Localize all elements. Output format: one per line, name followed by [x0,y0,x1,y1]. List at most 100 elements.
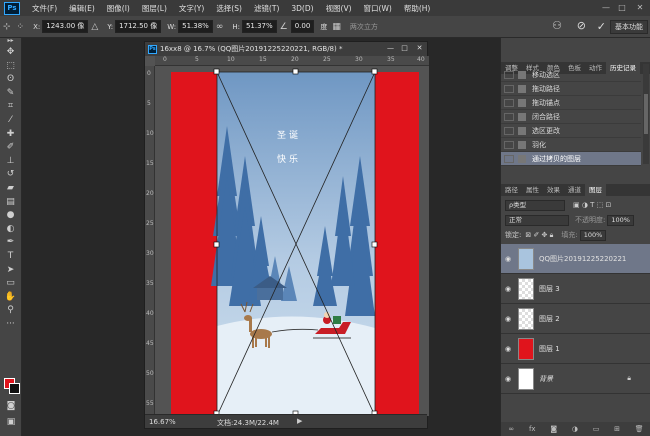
warp-mode-icon[interactable]: ⚇ [552,19,562,32]
tab-effects[interactable]: 效果 [543,184,564,196]
layer-row[interactable]: ◉ 图层 3 [501,274,650,304]
transform-tool-icon[interactable]: ⊹ [3,22,11,32]
shape-tool-icon[interactable]: ▭ [0,277,21,291]
history-item[interactable]: 移动选区 [501,68,641,82]
menu-window[interactable]: 窗口(W) [358,3,398,14]
dodge-tool-icon[interactable]: ◐ [0,223,21,237]
menu-layer[interactable]: 图层(L) [136,3,173,14]
hand-tool-icon[interactable]: ✋ [0,291,21,305]
tab-channels[interactable]: 通道 [564,184,585,196]
type-tool-icon[interactable]: T [0,250,21,264]
lock-icons[interactable]: ⊠ ✐ ✥ 🔒︎ [525,231,553,240]
menu-edit[interactable]: 编辑(E) [63,3,101,14]
folder-icon[interactable]: ▭ [593,425,600,433]
quick-mask-icon[interactable]: ◙ [0,400,22,414]
menu-help[interactable]: 帮助(H) [398,3,437,14]
menu-type[interactable]: 文字(Y) [173,3,210,14]
doc-close-button[interactable]: ✕ [412,43,427,54]
zoom-readout[interactable]: 16.67% [149,418,176,426]
new-layer-icon[interactable]: ⊞ [614,425,620,433]
fx-icon[interactable]: fx [529,425,536,433]
blur-tool-icon[interactable]: ● [0,209,21,223]
history-item-checkbox[interactable] [504,140,514,149]
y-field[interactable]: 1712.50 像 [115,20,162,33]
h-field[interactable]: 51.37% [241,20,277,33]
eyedropper-tool-icon[interactable]: ⁄ [0,114,21,128]
history-item[interactable]: 羽化 [501,138,641,152]
cancel-transform-button[interactable]: ⊘ [577,19,586,32]
layer-name[interactable]: 图层 2 [539,314,560,324]
history-item-checkbox[interactable] [504,154,514,163]
history-item[interactable]: 闭合路径 [501,110,641,124]
adjustment-icon[interactable]: ◑ [572,425,578,433]
document-tab[interactable]: Ps 16xx8 @ 16.7% (QQ图片20191225220221, RG… [145,42,427,56]
warp-icon[interactable]: ▦ [332,22,341,32]
visibility-eye-icon[interactable]: ◉ [501,255,515,263]
history-item[interactable]: 选区更改 [501,124,641,138]
ruler-horizontal[interactable]: 0 5 10 15 20 25 30 35 40 [155,56,429,66]
background-color-swatch[interactable] [9,383,20,394]
layer-kind-filter[interactable]: ρ类型 [505,199,565,211]
history-item-checkbox[interactable] [504,98,514,107]
workspace-switcher[interactable]: 基本功能 [610,20,648,34]
quick-select-tool-icon[interactable]: ✎ [0,87,21,101]
brush-tool-icon[interactable]: ✐ [0,141,21,155]
angle-field[interactable]: 0.00 [290,20,315,33]
layer-row[interactable]: ◉ 背景 🔒︎ [501,364,650,394]
maximize-button[interactable]: □ [616,2,628,13]
layer-name[interactable]: QQ图片20191225220221 [539,254,626,264]
ruler-vertical[interactable]: 0 5 10 15 20 25 30 35 40 45 50 55 [145,66,155,416]
menu-file[interactable]: 文件(F) [26,3,63,14]
marquee-tool-icon[interactable]: ⬚ [0,60,21,74]
menu-view[interactable]: 视图(V) [320,3,358,14]
commit-transform-button[interactable]: ✓ [597,20,606,33]
reference-point-icon[interactable]: ⁘ [17,22,25,32]
gradient-tool-icon[interactable]: ▤ [0,196,21,210]
layer-row[interactable]: ◉ 图层 1 [501,334,650,364]
history-item[interactable]: 拖动路径 [501,82,641,96]
link-icon[interactable]: ∞ [508,425,514,433]
more-tools-icon[interactable]: ··· [0,318,21,332]
history-item-checkbox[interactable] [504,70,514,79]
history-scrollbar[interactable] [643,64,649,164]
layer-name[interactable]: 图层 3 [539,284,560,294]
doc-minimize-button[interactable]: — [383,43,398,54]
canvas-artwork[interactable]: 圣 诞 快 乐 [155,66,429,416]
visibility-eye-icon[interactable]: ◉ [501,315,515,323]
w-field[interactable]: 51.38% [178,20,213,33]
fill-field[interactable]: 100% [579,229,607,241]
crop-tool-icon[interactable]: ⌗ [0,100,21,114]
pen-tool-icon[interactable]: ✒ [0,236,21,250]
minimize-button[interactable]: — [600,2,612,13]
link-ratio-icon[interactable]: ∞ [216,22,224,32]
visibility-eye-icon[interactable]: ◉ [501,285,515,293]
layer-row[interactable]: ◉ QQ图片20191225220221 [501,244,650,274]
x-field[interactable]: 1243.00 像 [42,20,89,33]
trash-icon[interactable]: 🗑︎ [635,425,644,433]
tab-layers[interactable]: 图层 [585,184,606,196]
opacity-field[interactable]: 100% [607,214,634,226]
history-scroll-thumb[interactable] [644,94,648,134]
menu-3d[interactable]: 3D(D) [285,4,319,13]
menu-select[interactable]: 选择(S) [210,3,248,14]
move-tool-icon[interactable]: ✥ [0,46,21,60]
visibility-eye-icon[interactable]: ◉ [501,345,515,353]
history-item-checkbox[interactable] [504,126,514,135]
healing-brush-tool-icon[interactable]: ✚ [0,128,21,142]
layer-name[interactable]: 图层 1 [539,344,560,354]
path-select-tool-icon[interactable]: ➤ [0,264,21,278]
delta-icon[interactable]: △ [91,22,98,32]
filter-icons[interactable]: ▣ ◑ T ⬚ ⊡ [573,201,611,209]
mask-icon[interactable]: ◙ [550,425,557,433]
canvas[interactable]: 圣 诞 快 乐 [155,66,429,416]
history-item-checkbox[interactable] [504,112,514,121]
menu-image[interactable]: 图像(I) [101,3,136,14]
blend-mode-select[interactable]: 正常 [505,214,569,226]
clone-stamp-tool-icon[interactable]: ⊥ [0,155,21,169]
layer-row[interactable]: ◉ 图层 2 [501,304,650,334]
eraser-tool-icon[interactable]: ▰ [0,182,21,196]
history-item[interactable]: 拖动锚点 [501,96,641,110]
layer-name[interactable]: 背景 [539,374,553,384]
screen-mode-icon[interactable]: ▣ [0,416,22,430]
doc-maximize-button[interactable]: □ [397,43,412,54]
